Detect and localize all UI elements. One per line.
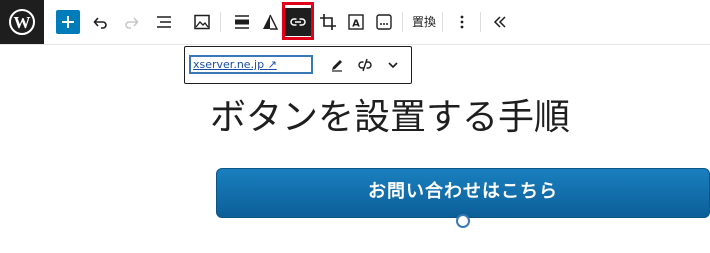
duotone-icon <box>263 14 279 30</box>
crop-icon <box>320 14 336 30</box>
collapse-toolbar-button[interactable] <box>486 8 514 36</box>
pencil-icon <box>332 60 342 72</box>
svg-text:W: W <box>14 13 31 32</box>
toolbar-separator <box>480 12 481 32</box>
unlink-icon <box>358 58 372 72</box>
undo-icon <box>93 17 107 29</box>
editor-toolbar: W A 置換 <box>0 0 710 45</box>
chevron-down-icon <box>388 62 398 69</box>
wordpress-logo-icon[interactable]: W <box>0 0 44 44</box>
undo-button[interactable] <box>86 8 114 36</box>
unlink-button[interactable] <box>353 53 377 77</box>
expand-link-settings-button[interactable] <box>381 53 405 77</box>
image-icon <box>194 14 210 30</box>
list-view-icon <box>157 16 171 28</box>
plus-icon <box>62 16 74 28</box>
link-popover: xserver.ne.jp ↗ <box>184 46 412 84</box>
link-url[interactable]: xserver.ne.jp ↗ <box>189 55 313 74</box>
page-heading[interactable]: ボタンを設置する手順 <box>190 92 590 144</box>
align-icon <box>235 15 249 29</box>
redo-icon <box>125 17 139 29</box>
resize-handle[interactable] <box>456 214 470 228</box>
redo-button[interactable] <box>118 8 146 36</box>
vertical-dots-icon <box>460 15 464 29</box>
double-chevron-left-icon <box>493 16 506 28</box>
replace-button[interactable]: 置換 <box>412 8 436 36</box>
align-button[interactable] <box>228 8 256 36</box>
duotone-button[interactable] <box>256 8 284 36</box>
more-inline-button[interactable] <box>370 8 398 36</box>
crop-button[interactable] <box>314 8 342 36</box>
toolbar-separator <box>402 12 403 32</box>
edit-link-button[interactable] <box>325 53 349 77</box>
text-overlay-icon: A <box>348 14 364 30</box>
contact-button[interactable]: お問い合わせはこちら <box>216 168 710 218</box>
toolbar-separator <box>442 12 443 32</box>
options-button[interactable] <box>448 8 476 36</box>
ellipsis-box-icon <box>376 14 392 30</box>
add-block-button[interactable] <box>56 10 80 34</box>
toolbar-separator <box>220 12 221 32</box>
link-button-highlight <box>282 2 314 40</box>
list-view-button[interactable] <box>150 8 178 36</box>
image-block-button[interactable] <box>188 8 216 36</box>
svg-text:A: A <box>352 19 360 30</box>
text-overlay-button[interactable]: A <box>342 8 370 36</box>
